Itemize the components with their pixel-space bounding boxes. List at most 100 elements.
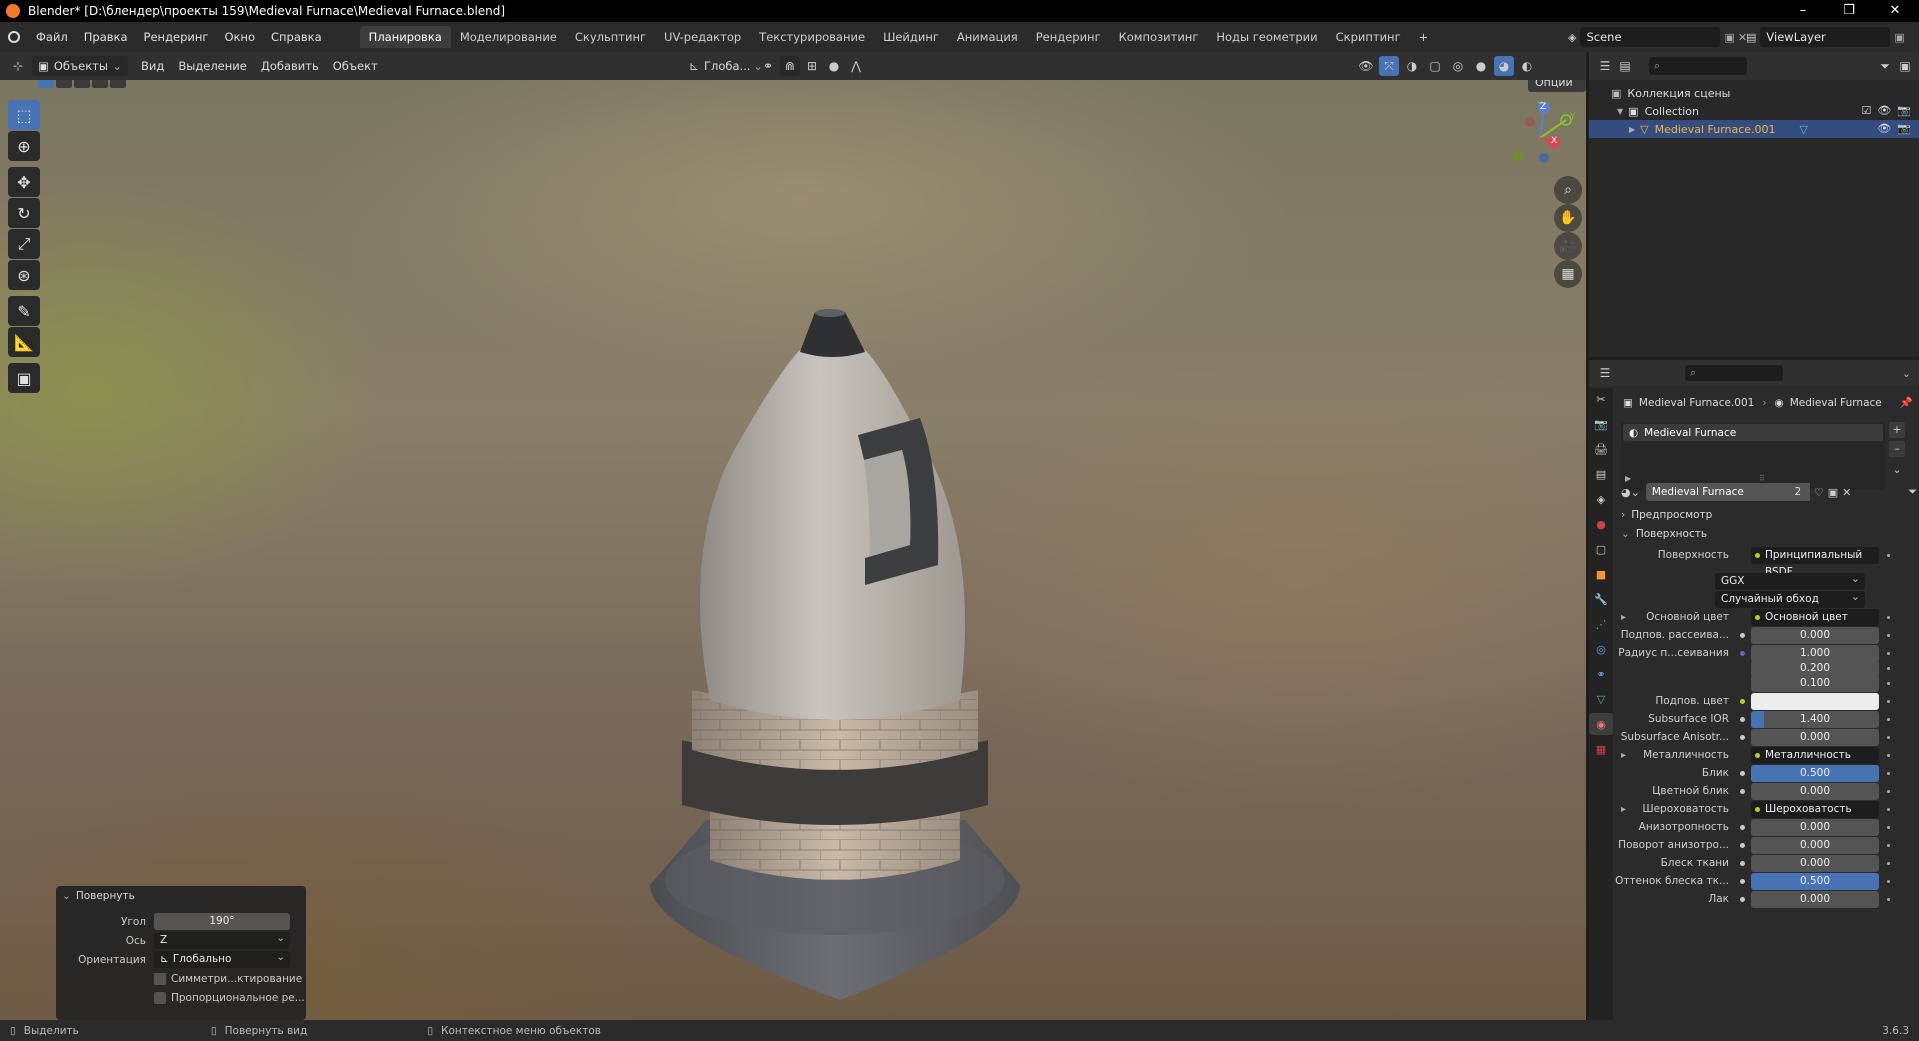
select-box-tool-icon[interactable]: ⬚ xyxy=(8,100,40,130)
maximize-button[interactable]: ❐ xyxy=(1826,0,1872,22)
material-users-count[interactable]: 2 xyxy=(1785,483,1810,501)
expand-arrow-icon[interactable]: ▸ xyxy=(1621,804,1626,815)
medieval-furnace-model[interactable] xyxy=(620,300,1060,1020)
keyframe-dot-icon[interactable] xyxy=(1887,553,1890,557)
keyframe-dot-icon[interactable] xyxy=(1887,807,1890,811)
editor-type-icon[interactable]: ☰ xyxy=(1595,56,1615,76)
socket-dot-icon[interactable] xyxy=(1737,732,1747,742)
select-subtract-icon[interactable] xyxy=(74,80,90,88)
socket-dot-icon[interactable] xyxy=(1737,648,1747,658)
keyframe-dot-icon[interactable] xyxy=(1887,771,1890,775)
socket-dot-icon[interactable] xyxy=(1737,612,1747,622)
close-button[interactable]: ✕ xyxy=(1872,0,1918,22)
overlays-icon[interactable]: ◑ xyxy=(1402,56,1422,76)
menu-item[interactable]: Справка xyxy=(263,30,330,44)
keyframe-dot-icon[interactable] xyxy=(1887,825,1890,829)
menu-item[interactable]: Рендеринг xyxy=(136,30,217,44)
wireframe-shading-icon[interactable]: ◎ xyxy=(1448,56,1468,76)
scene-name-field[interactable]: Scene xyxy=(1580,27,1721,47)
socket-dot-icon[interactable] xyxy=(1737,894,1747,904)
select-new-icon[interactable] xyxy=(38,80,54,88)
editor-type-icon[interactable]: ⊹ xyxy=(8,56,28,76)
viewport-menu-item[interactable]: Выделение xyxy=(171,59,254,73)
camera-icon[interactable]: 📷 xyxy=(1897,104,1911,117)
keyframe-dot-icon[interactable] xyxy=(1887,651,1890,655)
material-name-field[interactable]: Medieval Furnace xyxy=(1645,483,1786,501)
rotate-tool-icon[interactable]: ↻ xyxy=(8,198,40,228)
annotate-tool-icon[interactable]: ✎ xyxy=(8,296,40,326)
workspace-tab[interactable]: UV-редактор xyxy=(655,26,750,48)
number-field[interactable]: 0.500 xyxy=(1751,872,1879,890)
keyframe-dot-icon[interactable] xyxy=(1887,897,1890,901)
falloff-icon[interactable]: ⋀ xyxy=(846,56,866,76)
axis-select[interactable]: Z ⌄ xyxy=(154,932,290,949)
view-layer-selector[interactable]: ▤ ViewLayer ▣ xyxy=(1746,27,1905,47)
keyframe-dot-icon[interactable] xyxy=(1887,633,1890,637)
number-field[interactable]: 0.000 xyxy=(1751,818,1879,836)
pan-hand-icon[interactable]: ✋ xyxy=(1554,204,1582,232)
workspace-tab[interactable]: Рендеринг xyxy=(1027,26,1110,48)
outliner-search-input[interactable]: ⌕ xyxy=(1649,57,1747,75)
keyframe-dot-icon[interactable] xyxy=(1887,681,1890,685)
rendered-shading-icon[interactable]: ◐ xyxy=(1517,56,1537,76)
modifier-tab-icon[interactable]: 🔧 xyxy=(1589,588,1613,610)
keyframe-dot-icon[interactable] xyxy=(1887,753,1890,757)
perspective-grid-icon[interactable]: ▦ xyxy=(1554,260,1582,288)
new-collection-icon[interactable]: ▣ xyxy=(1895,56,1915,76)
keyframe-dot-icon[interactable] xyxy=(1887,843,1890,847)
outliner-scene-collection[interactable]: ▣ Коллекция сцены xyxy=(1589,84,1919,102)
keyframe-dot-icon[interactable] xyxy=(1887,879,1890,883)
number-field[interactable]: 0.000 xyxy=(1751,836,1879,854)
mode-selector[interactable]: ▣ Объекты ⌄ xyxy=(32,56,128,76)
linked-node-field[interactable]: Принципиальный BSDF xyxy=(1751,546,1879,578)
socket-dot-icon[interactable] xyxy=(1737,786,1747,796)
eye-icon[interactable]: 👁 xyxy=(1877,104,1891,117)
options-dropdown[interactable]: Опции ⌄ xyxy=(1528,80,1586,107)
workspace-tab[interactable]: Шейдинг xyxy=(874,26,948,48)
number-field[interactable]: 0.100 xyxy=(1751,674,1879,692)
eye-icon[interactable]: 👁 xyxy=(1877,122,1891,135)
linked-node-field[interactable]: Металличность xyxy=(1751,746,1879,764)
expand-arrow-icon[interactable]: ▸ xyxy=(1621,612,1626,623)
outliner-collection[interactable]: ▼ ▣ Collection ☑ 👁 📷 xyxy=(1589,102,1919,120)
socket-dot-icon[interactable] xyxy=(1737,840,1747,850)
socket-dot-icon[interactable] xyxy=(1737,768,1747,778)
keyframe-dot-icon[interactable] xyxy=(1887,861,1890,865)
fake-user-icon[interactable]: ♡ xyxy=(1814,486,1824,499)
number-field[interactable]: 0.000 xyxy=(1751,626,1879,644)
constraints-tab-icon[interactable]: ⚭ xyxy=(1589,663,1613,685)
editor-type-icon[interactable]: ☰ xyxy=(1595,363,1615,383)
workspace-tab[interactable]: Скульптинг xyxy=(566,26,655,48)
measure-tool-icon[interactable]: 📐 xyxy=(8,327,40,357)
mesh-data-icon[interactable]: ▽ xyxy=(1800,123,1808,136)
navigation-gizmo[interactable]: Z Y X xyxy=(1500,98,1580,178)
physics-tab-icon[interactable]: ◎ xyxy=(1589,638,1613,660)
socket-dot-icon[interactable] xyxy=(1737,550,1747,560)
browse-material-icon[interactable]: ◕⌄ xyxy=(1621,486,1640,499)
pivot-icon[interactable]: ⚭ xyxy=(758,56,778,76)
menu-item[interactable]: Окно xyxy=(216,30,263,44)
cursor-tool-icon[interactable]: ⊕ xyxy=(8,131,40,161)
exclude-checkbox-icon[interactable]: ☑ xyxy=(1861,104,1871,117)
workspace-tab[interactable]: Текстурирование xyxy=(750,26,874,48)
render-tab-icon[interactable]: 📷 xyxy=(1589,413,1613,435)
proportional-checkbox[interactable] xyxy=(154,991,166,1004)
outliner-object-row[interactable]: ▶ ▽ Medieval Furnace.001 ▽ 👁 📷 xyxy=(1589,120,1919,138)
socket-dot-icon[interactable] xyxy=(1737,822,1747,832)
filter-icon[interactable]: ⏷ xyxy=(1875,56,1895,76)
socket-dot-icon[interactable] xyxy=(1737,678,1747,688)
socket-dot-icon[interactable] xyxy=(1737,858,1747,868)
scene-selector[interactable]: ◈ Scene ▣ ✕ xyxy=(1568,27,1747,47)
3d-viewport[interactable]: Опции ⌄ ⬚ ⊕ ✥ ↻ ⤢ ⊛ ✎ 📐 ▣ Z Y X ⌕ ✋ 🎥 ▦ … xyxy=(0,80,1586,1020)
remove-slot-icon[interactable]: – xyxy=(1889,441,1905,457)
property-select[interactable]: GGX xyxy=(1715,570,1865,590)
display-mode-icon[interactable]: ▤ xyxy=(1615,56,1635,76)
menu-item[interactable]: Файл xyxy=(28,30,76,44)
solid-shading-icon[interactable]: ● xyxy=(1471,56,1491,76)
angle-field[interactable]: 190° xyxy=(154,913,290,930)
blender-menu-icon[interactable] xyxy=(0,31,28,43)
object-tab-icon[interactable]: ■ xyxy=(1589,563,1613,585)
transform-tool-icon[interactable]: ⊛ xyxy=(8,260,40,290)
number-field[interactable]: 0.000 xyxy=(1751,854,1879,872)
camera-view-icon[interactable]: 🎥 xyxy=(1554,232,1582,260)
